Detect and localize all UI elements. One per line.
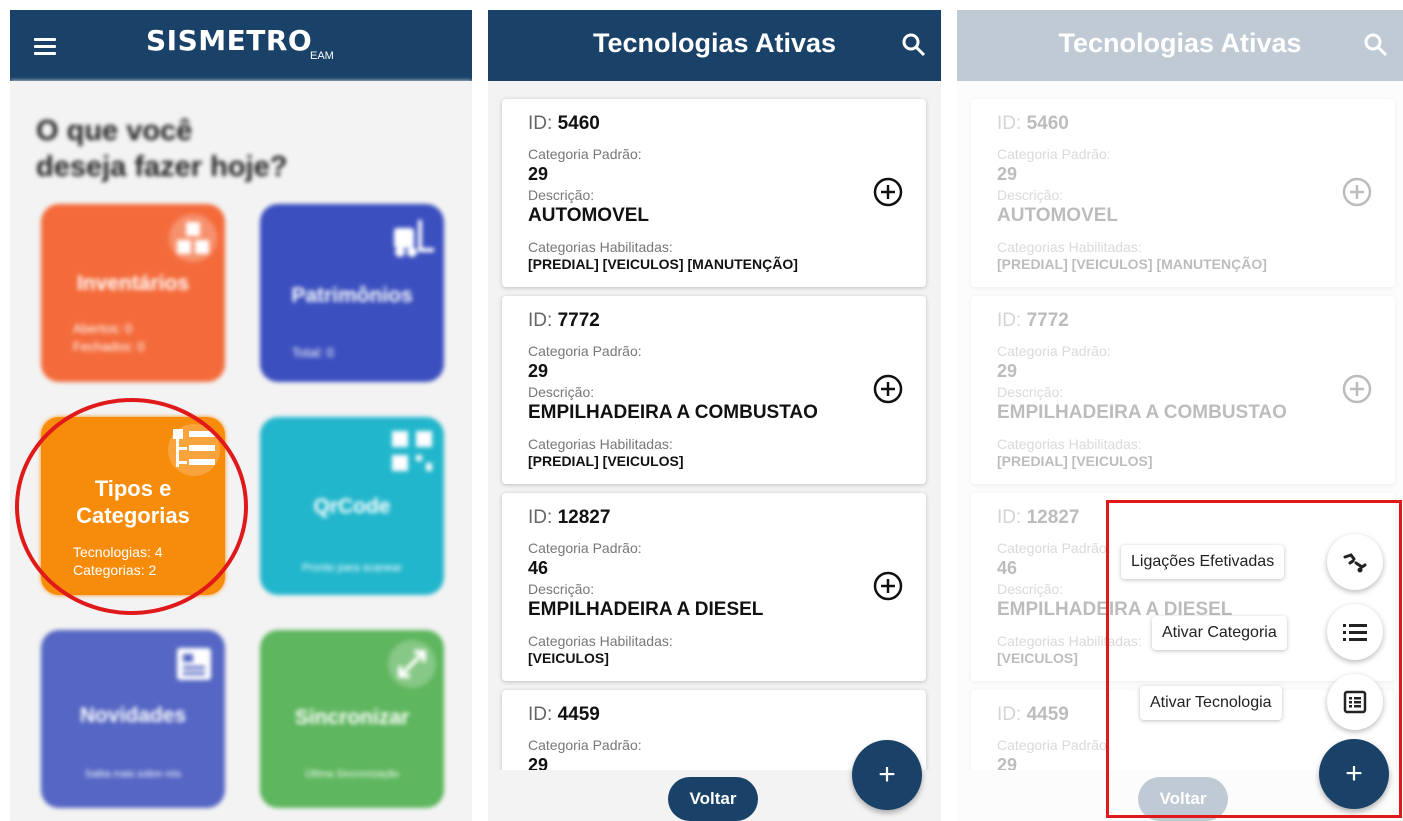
tech-card[interactable]: ID: 5460 Categoria Padrão: 29 Descrição:…: [502, 99, 926, 287]
technology-list-screen: Tecnologias Ativas ID: 5460 Categoria Pa…: [488, 10, 941, 821]
newspaper-icon: [177, 648, 211, 680]
search-icon[interactable]: [901, 32, 927, 58]
home-screen: SISMETRO EAM O que você deseja fazer hoj…: [10, 10, 472, 821]
tech-descricao: EMPILHADEIRA A DIESEL: [528, 599, 764, 620]
tech-habilitadas: [VEICULOS]: [528, 650, 609, 666]
tech-id: 12827: [557, 507, 611, 528]
qrcode-icon: [392, 431, 432, 471]
page-title: Tecnologias Ativas: [592, 28, 837, 58]
tech-categoria: 46: [528, 558, 549, 578]
tech-habilitadas: [PREDIAL] [VEICULOS] [MANUTENÇÃO]: [528, 256, 798, 272]
tech-categoria: 29: [528, 164, 549, 184]
list-app-bar: Tecnologias Ativas: [488, 10, 941, 81]
tech-id: 7772: [557, 310, 600, 331]
sync-arrows-icon: [388, 640, 436, 688]
add-fab-button[interactable]: +: [852, 740, 922, 810]
tech-categoria: 29: [528, 361, 549, 381]
tile-inventarios[interactable]: Inventários Abertos: 0 Fechados: 0: [41, 204, 225, 382]
voltar-button[interactable]: Voltar: [668, 777, 758, 821]
tech-id: 4459: [557, 704, 600, 725]
greeting: O que você deseja fazer hoje?: [36, 115, 288, 183]
tech-descricao: AUTOMOVEL: [528, 205, 650, 226]
tile-sincronizar[interactable]: Sincronizar Última Sincronização: [260, 630, 444, 808]
menu-icon[interactable]: [34, 38, 56, 55]
logo-subtitle: EAM: [310, 50, 334, 62]
boxes-icon: [169, 214, 217, 262]
home-app-bar: SISMETRO EAM: [10, 10, 472, 81]
add-circle-icon[interactable]: [872, 176, 904, 208]
add-circle-icon[interactable]: [872, 373, 904, 405]
tile-novidades[interactable]: Novidades Saiba mais sobre nós: [41, 630, 225, 808]
forklift-icon: [394, 220, 434, 257]
tile-qrcode[interactable]: QrCode Pronto para scanear: [260, 417, 444, 595]
tech-descricao: EMPILHADEIRA A COMBUSTAO: [528, 402, 818, 423]
highlight-circle: [15, 398, 248, 615]
add-circle-icon[interactable]: [872, 570, 904, 602]
tile-patrimonios[interactable]: Patrimônios Total: 0: [260, 204, 444, 382]
tech-card[interactable]: ID: 12827 Categoria Padrão: 46 Descrição…: [502, 493, 926, 681]
tech-id: 5460: [557, 113, 600, 134]
tech-habilitadas: [PREDIAL] [VEICULOS]: [528, 453, 684, 469]
plus-icon: +: [878, 758, 896, 791]
highlight-rectangle: [1106, 500, 1402, 818]
tech-card[interactable]: ID: 7772 Categoria Padrão: 29 Descrição:…: [502, 296, 926, 484]
sismetro-logo: SISMETRO: [146, 24, 313, 57]
